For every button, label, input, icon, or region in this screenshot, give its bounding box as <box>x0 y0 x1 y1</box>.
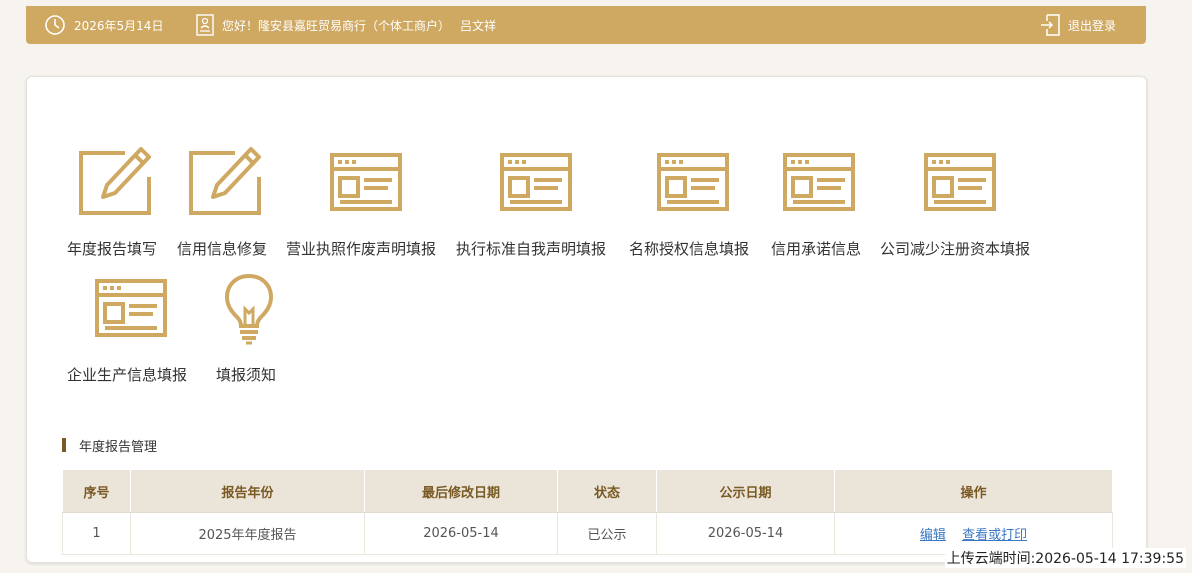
tile-label: 名称授权信息填报 <box>629 240 750 258</box>
section-title-marker <box>62 438 66 452</box>
column-header-publish-date: 公示日期 <box>656 469 835 513</box>
logout-button[interactable]: 退出登录 <box>1040 6 1116 44</box>
user-name: 吕文祥 <box>460 18 497 33</box>
edit-icon <box>79 147 151 219</box>
greeting-text: 您好！隆安县嘉旺贸易商行（个体工商户） <box>222 18 451 33</box>
clock-icon <box>44 14 66 36</box>
column-header-status: 状态 <box>557 469 657 513</box>
form-window-icon <box>783 153 855 217</box>
cell-year: 2025年年度报告 <box>130 512 365 555</box>
tile-label: 填报须知 <box>216 366 277 384</box>
edit-icon <box>189 147 261 219</box>
column-header-modified: 最后修改日期 <box>364 469 558 513</box>
top-bar: 2026年5月14日 您好！隆安县嘉旺贸易商行（个体工商户） 吕文祥 退出登录 <box>26 6 1146 44</box>
tile-label: 执行标准自我声明填报 <box>456 240 607 258</box>
cell-publish-date: 2026-05-14 <box>656 512 835 555</box>
tile-label: 信用承诺信息 <box>771 240 862 258</box>
form-window-icon <box>657 153 729 217</box>
cell-index: 1 <box>62 512 131 555</box>
form-window-icon <box>924 153 996 217</box>
greeting-area: 您好！隆安县嘉旺贸易商行（个体工商户） 吕文祥 <box>196 6 496 44</box>
table-header-row: 序号 报告年份 最后修改日期 状态 公示日期 操作 <box>62 469 1113 513</box>
cell-modified: 2026-05-14 <box>364 512 558 555</box>
upload-time: 上传云端时间:2026-05-14 17:39:55 <box>944 548 1186 568</box>
section-title-text: 年度报告管理 <box>79 439 158 455</box>
view-print-link[interactable]: 查看或打印 <box>962 528 1027 543</box>
tile-label: 年度报告填写 <box>67 240 158 258</box>
tile-label: 营业执照作废声明填报 <box>286 240 437 258</box>
tile-label: 公司减少注册资本填报 <box>880 240 1031 258</box>
edit-link[interactable]: 编辑 <box>920 528 946 543</box>
column-header-actions: 操作 <box>834 469 1113 513</box>
current-date: 2026年5月14日 <box>74 18 164 33</box>
logout-icon <box>1040 14 1060 36</box>
logout-label: 退出登录 <box>1067 18 1116 33</box>
section-title: 年度报告管理 <box>62 436 158 455</box>
cell-status: 已公示 <box>557 512 657 555</box>
form-window-icon <box>500 153 572 217</box>
column-header-index: 序号 <box>62 469 131 513</box>
main-panel: 年度报告填写 信用信息修复 营业执照作废声明填报 执行标准自我声明填报 名称授权… <box>26 76 1147 563</box>
user-badge-icon <box>196 14 214 36</box>
tile-label: 信用信息修复 <box>177 240 268 258</box>
lightbulb-icon <box>224 273 274 349</box>
form-window-icon <box>330 153 402 217</box>
column-header-year: 报告年份 <box>130 469 365 513</box>
date-display: 2026年5月14日 <box>44 6 163 44</box>
annual-report-table: 序号 报告年份 最后修改日期 状态 公示日期 操作 1 2025年年度报告 20… <box>62 469 1113 555</box>
tile-label: 企业生产信息填报 <box>67 366 188 384</box>
form-window-icon <box>95 279 167 343</box>
